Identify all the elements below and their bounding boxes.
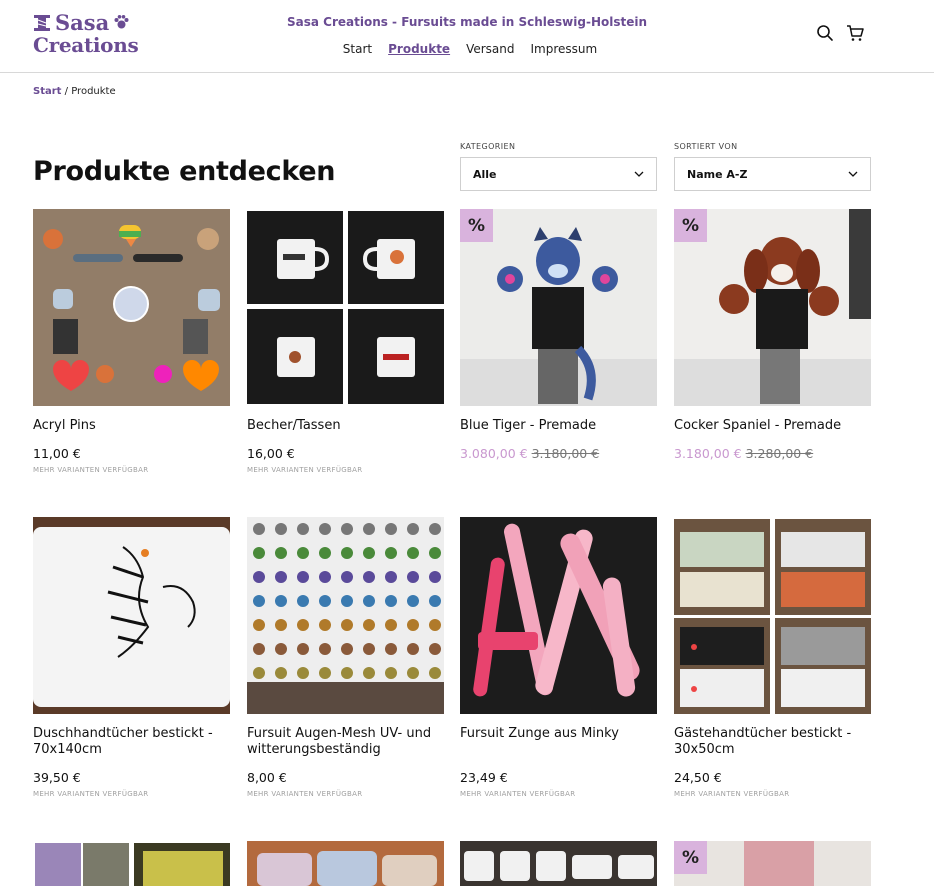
variants-note: MEHR VARIANTEN VERFÜGBAR <box>460 790 576 798</box>
variants-note: MEHR VARIANTEN VERFÜGBAR <box>33 790 149 798</box>
product-price: 16,00 € <box>247 446 444 461</box>
product-card[interactable] <box>247 841 444 886</box>
site-tagline: Sasa Creations - Fursuits made in Schles… <box>286 15 648 29</box>
variants-note: MEHR VARIANTEN VERFÜGBAR <box>33 466 149 474</box>
product-card[interactable]: Gästehandtücher bestickt - 30x50cm 24,50… <box>674 517 871 798</box>
category-select-value: Alle <box>473 167 497 181</box>
sort-filter-label: SORTIERT VON <box>674 142 738 151</box>
sale-price: 3.180,00 € <box>674 446 742 461</box>
product-price: 3.180,00 €3.280,00 € <box>674 446 871 461</box>
price-value: 24,50 € <box>674 770 722 785</box>
product-price: 3.080,00 €3.180,00 € <box>460 446 657 461</box>
price-value: 8,00 € <box>247 770 287 785</box>
embroidered-towel-image[interactable] <box>33 517 230 714</box>
product-card[interactable]: % Blue Tiger - Premade 3.080,00 €3.180,0… <box>460 209 657 461</box>
product-image-partial[interactable] <box>460 841 657 886</box>
site-header: Sasa Creations Sasa Creations - Fursuits… <box>0 0 934 73</box>
variants-note: MEHR VARIANTEN VERFÜGBAR <box>247 790 363 798</box>
product-card[interactable] <box>33 841 230 886</box>
chevron-down-icon <box>848 171 858 177</box>
product-card[interactable]: Becher/Tassen 16,00 € MEHR VARIANTEN VER… <box>247 209 444 474</box>
search-icon[interactable] <box>816 24 834 42</box>
guest-towels-image[interactable] <box>674 517 871 714</box>
sort-select-value: Name A-Z <box>687 167 748 181</box>
sale-badge: % <box>674 841 707 874</box>
acryl-pins-image[interactable] <box>33 209 230 406</box>
breadcrumb-home[interactable]: Start <box>33 86 61 97</box>
product-card[interactable]: Fursuit Zunge aus Minky 23,49 € MEHR VAR… <box>460 517 657 798</box>
price-value: 23,49 € <box>460 770 508 785</box>
category-select[interactable]: Alle <box>460 157 657 191</box>
old-price: 3.280,00 € <box>745 446 814 461</box>
product-name[interactable]: Gästehandtücher bestickt - 30x50cm <box>674 726 871 758</box>
breadcrumb-current: Produkte <box>71 86 116 97</box>
sale-badge: % <box>460 209 493 242</box>
minky-tongue-image[interactable] <box>460 517 657 714</box>
cocker-spaniel-fursuit-image[interactable]: % <box>674 209 871 406</box>
price-value: 16,00 € <box>247 446 295 461</box>
nav-start[interactable]: Start <box>343 42 372 56</box>
product-card[interactable]: % Cocker Spaniel - Premade 3.180,00 €3.2… <box>674 209 871 461</box>
product-image-partial[interactable]: % <box>674 841 871 886</box>
product-name[interactable]: Duschhandtücher bestickt - 70x140cm <box>33 726 230 758</box>
product-image-partial[interactable] <box>247 841 444 886</box>
sale-badge: % <box>674 209 707 242</box>
product-name[interactable]: Fursuit Zunge aus Minky <box>460 726 657 742</box>
page-title: Produkte entdecken <box>33 156 336 187</box>
variants-note: MEHR VARIANTEN VERFÜGBAR <box>247 466 363 474</box>
breadcrumb-separator: / <box>64 86 69 97</box>
product-image-partial[interactable] <box>33 841 230 886</box>
product-card[interactable]: Fursuit Augen-Mesh UV- und witterungsbes… <box>247 517 444 798</box>
product-price: 39,50 € <box>33 770 230 785</box>
product-card[interactable]: Duschhandtücher bestickt - 70x140cm 39,5… <box>33 517 230 798</box>
nav-versand[interactable]: Versand <box>466 42 514 56</box>
product-name[interactable]: Cocker Spaniel - Premade <box>674 418 871 434</box>
product-name[interactable]: Acryl Pins <box>33 418 230 434</box>
product-name[interactable]: Fursuit Augen-Mesh UV- und witterungsbes… <box>247 726 444 758</box>
product-card[interactable]: Acryl Pins 11,00 € MEHR VARIANTEN VERFÜG… <box>33 209 230 474</box>
old-price: 3.180,00 € <box>531 446 600 461</box>
nav-impressum[interactable]: Impressum <box>531 42 598 56</box>
category-filter: KATEGORIEN Alle <box>460 142 657 191</box>
product-name[interactable]: Blue Tiger - Premade <box>460 418 657 434</box>
variants-note: MEHR VARIANTEN VERFÜGBAR <box>674 790 790 798</box>
product-price: 23,49 € <box>460 770 657 785</box>
eye-mesh-image[interactable] <box>247 517 444 714</box>
price-value: 39,50 € <box>33 770 81 785</box>
product-price: 24,50 € <box>674 770 871 785</box>
mugs-image[interactable] <box>247 209 444 406</box>
sort-filter: SORTIERT VON Name A-Z <box>674 142 871 191</box>
chevron-down-icon <box>634 171 644 177</box>
price-value: 11,00 € <box>33 446 81 461</box>
product-price: 8,00 € <box>247 770 444 785</box>
nav-produkte[interactable]: Produkte <box>388 42 450 56</box>
product-price: 11,00 € <box>33 446 230 461</box>
product-card[interactable] <box>460 841 657 886</box>
cart-icon[interactable] <box>846 24 864 42</box>
breadcrumb: Start / Produkte <box>33 86 116 97</box>
sale-price: 3.080,00 € <box>460 446 528 461</box>
product-card[interactable]: % <box>674 841 871 886</box>
blue-tiger-fursuit-image[interactable]: % <box>460 209 657 406</box>
main-nav: Start Produkte Versand Impressum <box>0 42 934 56</box>
category-filter-label: KATEGORIEN <box>460 142 516 151</box>
sort-select[interactable]: Name A-Z <box>674 157 871 191</box>
product-name[interactable]: Becher/Tassen <box>247 418 444 434</box>
